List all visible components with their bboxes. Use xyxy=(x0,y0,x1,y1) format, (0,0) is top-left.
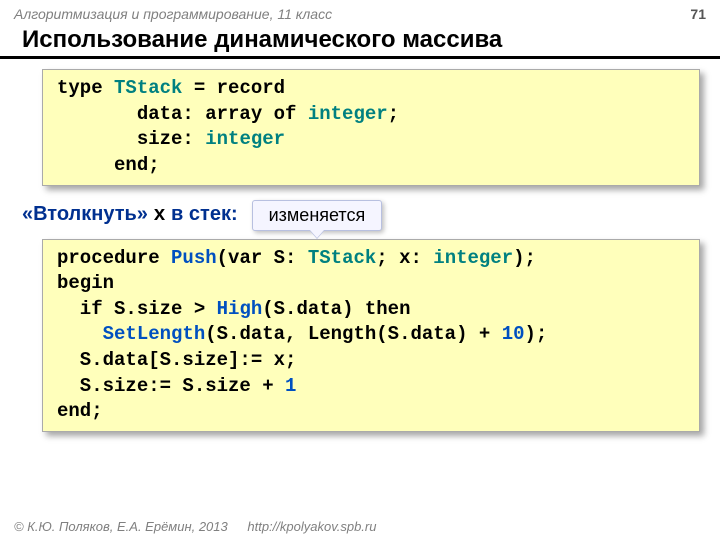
course-label: Алгоритмизация и программирование, 11 кл… xyxy=(14,6,332,22)
callout-bubble: изменяется xyxy=(252,200,383,231)
footer-url: http://kpolyakov.spb.ru xyxy=(247,519,376,534)
code-block-procedure: procedure Push(var S: TStack; x: integer… xyxy=(42,239,700,432)
subheading-row: «Втолкнуть» x в стек: изменяется xyxy=(22,200,720,231)
page-number: 71 xyxy=(690,6,706,22)
top-bar: Алгоритмизация и программирование, 11 кл… xyxy=(0,0,720,24)
footer: © К.Ю. Поляков, Е.А. Ерёмин, 2013 http:/… xyxy=(14,519,376,534)
push-subheading: «Втолкнуть» x в стек: xyxy=(22,203,238,227)
copyright: © К.Ю. Поляков, Е.А. Ерёмин, 2013 xyxy=(14,519,228,534)
page-title: Использование динамического массива xyxy=(0,24,720,59)
code-block-type: type TStack = record data: array of inte… xyxy=(42,69,700,186)
